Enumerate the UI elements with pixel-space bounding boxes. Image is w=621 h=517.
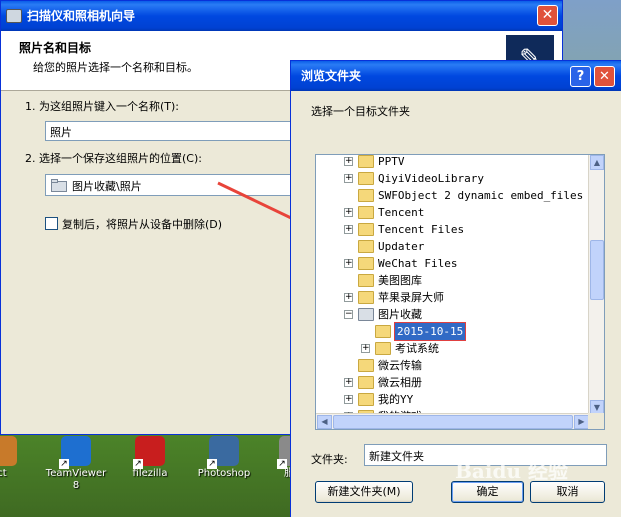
scroll-up-button[interactable]: ▲ bbox=[590, 155, 604, 170]
collapse-icon[interactable]: − bbox=[344, 310, 353, 319]
tree-item-label: PPTV bbox=[378, 155, 405, 168]
expand-icon[interactable]: + bbox=[361, 344, 370, 353]
tree-item-label: 图片收藏 bbox=[378, 308, 422, 321]
folder-icon bbox=[358, 223, 374, 236]
tree-item-label: 我的YY bbox=[378, 393, 414, 406]
folder-tree[interactable]: + PPTV + QiyiVideoLibrary SWFObject 2 dynami… bbox=[315, 154, 605, 430]
scroll-left-button[interactable]: ◀ bbox=[317, 415, 332, 429]
tree-vertical-scrollbar[interactable]: ▲ ▼ bbox=[588, 155, 604, 415]
tree-item-label: 2015-10-15 bbox=[393, 322, 467, 341]
folder-icon bbox=[358, 240, 374, 253]
tree-item-label: Tencent Files bbox=[378, 223, 465, 236]
browse-titlebar[interactable]: 浏览文件夹 ? ✕ bbox=[291, 61, 621, 91]
help-button[interactable]: ? bbox=[570, 66, 591, 87]
folder-icon bbox=[358, 359, 374, 372]
scroll-corner bbox=[588, 413, 604, 429]
folder-icon bbox=[375, 342, 391, 355]
expand-icon[interactable]: + bbox=[344, 259, 353, 268]
folder-icon bbox=[358, 257, 374, 270]
scroll-right-button[interactable]: ▶ bbox=[574, 415, 589, 429]
folder-icon bbox=[358, 393, 374, 406]
expand-icon[interactable]: + bbox=[344, 174, 353, 183]
folder-icon bbox=[358, 274, 374, 287]
expand-icon[interactable]: + bbox=[344, 293, 353, 302]
tree-item-label: 美图图库 bbox=[378, 274, 422, 287]
folder-icon bbox=[375, 325, 391, 338]
tree-item-label: 微云相册 bbox=[378, 376, 422, 389]
expand-icon[interactable]: + bbox=[344, 378, 353, 387]
folder-icon bbox=[358, 308, 374, 321]
expand-icon[interactable]: + bbox=[344, 208, 353, 217]
tree-item-label: 考试系统 bbox=[395, 342, 439, 355]
tree-item-label: QiyiVideoLibrary bbox=[378, 172, 484, 185]
tree-item-label: 微云传输 bbox=[378, 359, 422, 372]
browse-title: 浏览文件夹 bbox=[301, 69, 362, 83]
horizontal-scroll-thumb[interactable] bbox=[333, 415, 573, 429]
folder-icon bbox=[358, 376, 374, 389]
tree-item-label: 苹果录屏大师 bbox=[378, 291, 444, 304]
vertical-scroll-thumb[interactable] bbox=[590, 240, 604, 300]
new-folder-button[interactable]: 新建文件夹(M) bbox=[315, 481, 413, 503]
baidu-watermark: Baidu 经验 bbox=[455, 459, 568, 483]
expand-icon[interactable]: + bbox=[344, 157, 353, 166]
tree-item-label: SWFObject 2 dynamic embed_files bbox=[378, 189, 584, 202]
folder-icon bbox=[358, 291, 374, 304]
folder-icon bbox=[358, 189, 374, 202]
folder-icon bbox=[358, 206, 374, 219]
tree-item-label: Updater bbox=[378, 240, 425, 253]
browse-instruction: 选择一个目标文件夹 bbox=[311, 105, 410, 118]
ok-button[interactable]: 确定 bbox=[451, 481, 524, 503]
folder-field-label: 文件夹: bbox=[311, 453, 348, 466]
tree-horizontal-scrollbar[interactable]: ◀ ▶ bbox=[316, 413, 590, 429]
browse-folder-dialog: 浏览文件夹 ? ✕ 选择一个目标文件夹 + PPTV + QiyiVideoLibra… bbox=[290, 60, 621, 517]
folder-icon bbox=[358, 155, 374, 168]
browse-close-button[interactable]: ✕ bbox=[594, 66, 615, 87]
folder-icon bbox=[358, 172, 374, 185]
tree-item-label: Tencent bbox=[378, 206, 425, 219]
expand-icon[interactable]: + bbox=[344, 225, 353, 234]
tree-item-label: WeChat Files bbox=[378, 257, 458, 270]
cancel-button[interactable]: 取消 bbox=[530, 481, 605, 503]
expand-icon[interactable]: + bbox=[344, 395, 353, 404]
